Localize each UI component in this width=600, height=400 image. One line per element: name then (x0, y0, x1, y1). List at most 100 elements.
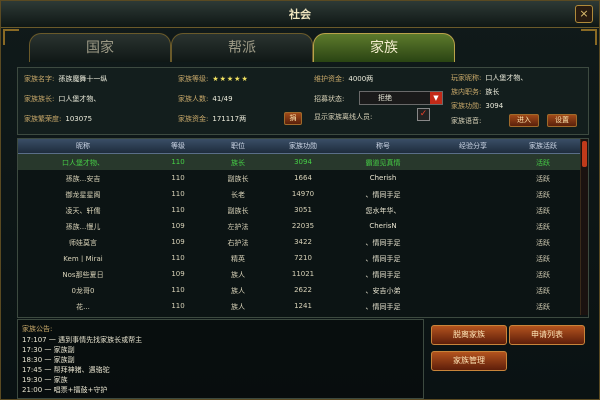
recruit-status-select[interactable]: 拒绝 ▼ (359, 91, 443, 105)
cell-title: 、安吉小弟 (365, 287, 401, 295)
notice-line: 18:30 一 家族副 (22, 356, 75, 364)
cell-level: 110 (171, 302, 185, 310)
table-row[interactable]: 师娃莫言 109 右护法 3422 、情同手足 活跃 (18, 234, 580, 250)
notice-line: 19:30 一 家族 (22, 376, 68, 384)
close-button[interactable]: × (575, 5, 593, 23)
cell-title: 、情同手足 (365, 239, 401, 247)
voice-enter-button[interactable]: 进入 (509, 114, 539, 127)
title-bar[interactable]: 社会 × (1, 1, 599, 28)
cell-name: 御龙星星阁 (65, 191, 101, 199)
col-header-name[interactable]: 昵称 (48, 141, 118, 151)
family-prosperity-value: 103075 (65, 115, 93, 123)
cell-name: 花... (76, 303, 90, 311)
tab-country[interactable]: 国家 (29, 33, 171, 62)
table-row[interactable]: 0龙哥0 110 族人 2622 、安吉小弟 活跃 (18, 282, 580, 298)
cell-title: 、情同手足 (365, 271, 401, 279)
donate-button[interactable]: 捐 (284, 112, 302, 125)
corner-ornament (3, 29, 19, 45)
cell-name: 孫族...慢儿 (65, 223, 101, 231)
family-name-label: 家族名字: (24, 75, 55, 83)
cell-active: 活跃 (536, 255, 550, 263)
cell-active: 活跃 (536, 159, 550, 167)
apply-list-button[interactable]: 申请列表 (509, 325, 585, 345)
leave-family-button[interactable]: 脱离家族 (431, 325, 507, 345)
family-prosperity-field: 家族繁荣度: 103075 (24, 114, 92, 124)
cell-name: Kem丨Mirai (63, 255, 103, 263)
show-offline-label: 显示家族离线人员: (314, 113, 373, 121)
player-merit-label: 家族功勋: (451, 102, 482, 110)
family-level-field: 家族等级: ★★★★★ (178, 74, 249, 84)
table-row[interactable]: 御龙星星阁 110 长老 14970 、情同手足 活跃 (18, 186, 580, 202)
col-header-share[interactable]: 经验分享 (448, 141, 498, 151)
family-notice-panel: 家族公告: 17:107 一 遇到事情先找家族长或帮主 17:30 一 家族副 … (17, 319, 424, 399)
upkeep-field: 维护资金: 4000两 (314, 74, 373, 84)
notice-line: 17:30 一 家族副 (22, 346, 75, 354)
player-merit-field: 家族功勋: 3094 (451, 101, 503, 111)
cell-post: 右护法 (227, 239, 249, 247)
family-level-label: 家族等级: (178, 75, 209, 83)
player-merit-value: 3094 (485, 102, 504, 110)
table-row[interactable]: Nos那些夏日 109 族人 11021 、情同手足 活跃 (18, 266, 580, 282)
player-post-label: 族内职务: (451, 88, 482, 96)
table-row[interactable]: 孫族...慢儿 109 左护法 22035 CherisN 活跃 (18, 218, 580, 234)
family-leader-value: 口人堡才物、 (58, 95, 101, 103)
cell-merit: 11021 (291, 270, 315, 278)
player-name-field: 玩家昵称: 口人堡才物、 (451, 73, 527, 83)
cell-post: 族人 (231, 287, 245, 295)
notice-line: 17:107 一 遇到事情先找家族长或帮主 (22, 336, 143, 344)
show-offline-checkbox[interactable]: ✓ (417, 108, 430, 121)
cell-title: 您水年华、 (365, 207, 401, 215)
table-row[interactable]: 凌天、轩儒 110 副族长 3051 您水年华、 活跃 (18, 202, 580, 218)
cell-level: 109 (171, 270, 185, 278)
cell-name: 凌天、轩儒 (65, 207, 101, 215)
family-name-value: 孫族魔舞十一纵 (58, 75, 108, 83)
table-scrollbar[interactable] (580, 139, 588, 315)
col-header-level[interactable]: 等级 (158, 141, 198, 151)
cell-name: Nos那些夏日 (62, 271, 104, 279)
notice-line: 17:45 一 帮拜神猪、遇骆驼 (22, 366, 110, 374)
chevron-down-icon[interactable]: ▼ (430, 92, 442, 104)
family-window: 社会 × 国家 帮派 家族 家族名字: 孫族魔舞十一纵 家族族长: 口人堡才物、 家… (0, 0, 600, 400)
cell-merit: 3051 (294, 206, 312, 214)
table-row[interactable]: 口人堡才物、 110 族长 3094 霸道见真情 活跃 (18, 154, 580, 170)
cell-title: CherisN (369, 222, 397, 230)
cell-title: Cherish (369, 174, 397, 182)
notice-line: 21:00 一 唱票+擂鼓+守护 (22, 386, 108, 394)
col-header-merit[interactable]: 家族功勋 (278, 141, 328, 151)
cell-level: 109 (171, 222, 185, 230)
cell-post: 族人 (231, 303, 245, 311)
cell-name: 0龙哥0 (71, 287, 95, 295)
cell-post: 族长 (231, 159, 245, 167)
cell-active: 活跃 (536, 175, 550, 183)
cell-active: 活跃 (536, 223, 550, 231)
cell-title: 霸道见真情 (365, 159, 401, 167)
notice-header: 家族公告: (22, 325, 53, 333)
player-name-label: 玩家昵称: (451, 74, 482, 82)
col-header-title[interactable]: 称号 (348, 141, 418, 151)
cell-merit: 3094 (294, 158, 312, 166)
tab-faction[interactable]: 帮派 (171, 33, 313, 62)
corner-ornament (581, 29, 597, 45)
cell-level: 110 (171, 174, 185, 182)
player-voice-label: 家族语音: (451, 117, 482, 125)
col-header-post[interactable]: 职位 (218, 141, 258, 151)
family-manage-button[interactable]: 家族管理 (431, 351, 507, 371)
cell-title: 、情同手足 (365, 303, 401, 311)
player-name-value: 口人堡才物、 (485, 74, 528, 82)
cell-merit: 1241 (294, 302, 312, 310)
cell-post: 族人 (231, 271, 245, 279)
scrollbar-thumb[interactable] (582, 141, 587, 167)
family-members-value: 41/49 (212, 95, 233, 103)
voice-settings-button[interactable]: 设置 (547, 114, 577, 127)
col-header-active[interactable]: 家族活跃 (518, 141, 568, 151)
cell-level: 110 (171, 206, 185, 214)
cell-post: 左护法 (227, 223, 249, 231)
cell-level: 110 (171, 286, 185, 294)
cell-active: 活跃 (536, 207, 550, 215)
table-row[interactable]: 花... 110 族人 1241 、情同手足 活跃 (18, 298, 580, 314)
tab-family[interactable]: 家族 (313, 33, 455, 62)
cell-merit: 22035 (291, 222, 315, 230)
table-row[interactable]: Kem丨Mirai 110 精英 7210 、情同手足 活跃 (18, 250, 580, 266)
table-row[interactable]: 孫族...安吉 110 副族长 1664 Cherish 活跃 (18, 170, 580, 186)
cell-active: 活跃 (536, 303, 550, 311)
